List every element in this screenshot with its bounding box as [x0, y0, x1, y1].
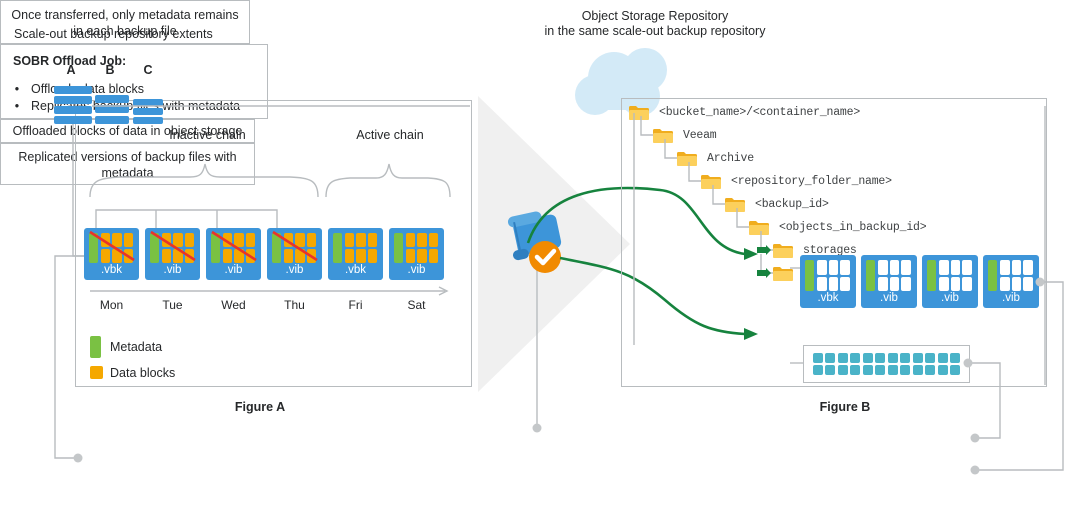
diagram-root: Scale-out backup repository extents Obje…: [0, 0, 1075, 509]
right-connectors-layer: [633, 106, 1064, 475]
